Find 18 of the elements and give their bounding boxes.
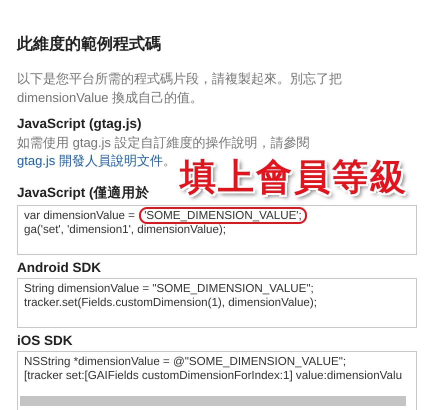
code-line: ga('set', 'dimension1', dimensionValue);: [24, 223, 227, 237]
section-heading: JavaScript (gtag.js): [17, 116, 142, 131]
section-heading: JavaScript (僅適用於: [17, 184, 150, 202]
docs-link[interactable]: gtag.js 開發人員說明文件: [17, 153, 163, 168]
code-box[interactable]: NSString *dimensionValue = @"SOME_DIMENSION_VALUE"; [tracker set:[GAIFields customDimensionForIndex:1] value:dimensionValu: [17, 351, 417, 410]
code-line: [tracker set:[GAIFields customDimensionForIndex:1] value:dimensionValu: [24, 369, 404, 383]
code-box[interactable]: var dimensionValue = 'SOME_DIMENSION_VALUE'; ga('set', 'dimension1', dimensionValue);: [17, 205, 417, 255]
section-heading: Android SDK: [17, 260, 101, 275]
section-title: 此維度的範例程式碼: [17, 34, 162, 55]
code-line: tracker.set(Fields.customDimension(1), dimensionValue);: [24, 296, 318, 310]
code-box[interactable]: String dimensionValue = "SOME_DIMENSION_VALUE"; tracker.set(Fields.customDimension(1), dimensionValue);: [17, 278, 417, 328]
scrollbar[interactable]: [20, 396, 406, 406]
code-line: NSString *dimensionValue = @"SOME_DIMENSION_VALUE";: [24, 355, 348, 369]
code-line: String dimensionValue = "SOME_DIMENSION_VALUE";: [24, 282, 315, 296]
section-heading: iOS SDK: [17, 333, 73, 348]
intro-text: 以下是您平台所需的程式碼片段，請複製起來。別忘了把 dimensionValue 換成自己的值。: [17, 70, 343, 107]
highlighted-code: 'SOME_DIMENSION_VALUE';: [139, 207, 307, 224]
code-line: var dimensionValue =: [24, 209, 136, 222]
